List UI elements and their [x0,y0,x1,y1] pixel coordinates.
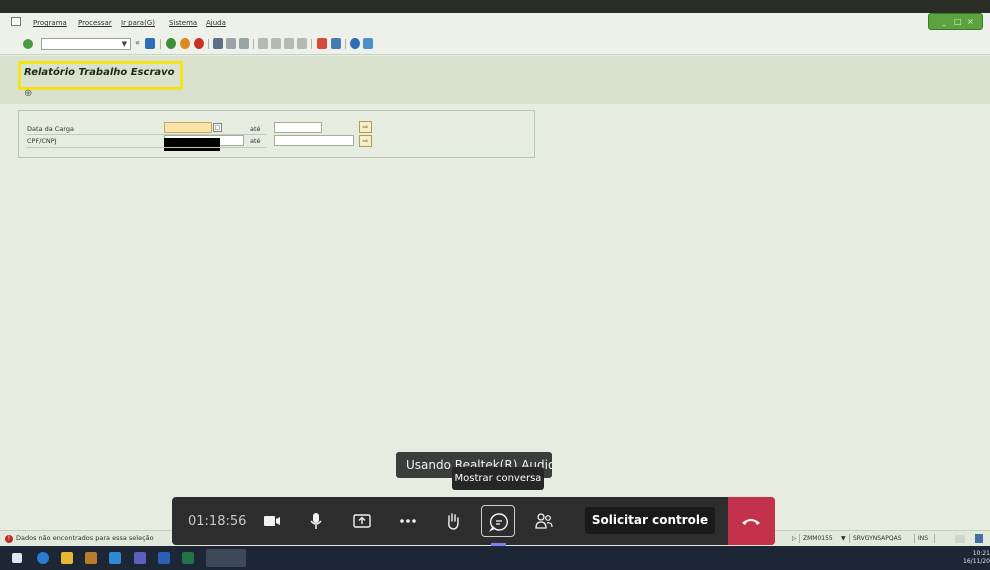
clock-date: 16/11/20 [963,558,990,565]
edge-browser-icon[interactable] [37,552,49,564]
toolbar-divider [208,39,209,49]
maximize-icon[interactable]: □ [954,17,962,26]
previous-page-icon[interactable] [271,38,281,49]
last-page-icon[interactable] [297,38,307,49]
toolbar-divider [311,39,312,49]
window-controls: _ □ × [928,13,983,30]
sap-menu-bar: Programa Processar Ir para(G) Sistema Aj… [0,13,990,33]
insert-mode: INS [918,535,929,542]
windows-taskbar [0,546,990,570]
menu-sistema[interactable]: Sistema [169,19,197,27]
minimize-icon[interactable]: _ [942,17,946,26]
toolbar-divider [253,39,254,49]
menu-programa[interactable]: Programa [33,19,67,27]
next-page-icon[interactable] [284,38,294,49]
help-icon[interactable] [350,38,360,49]
chevron-down-icon[interactable]: ▼ [122,40,127,48]
show-chat-tooltip: Mostrar conversa [452,467,544,490]
sap-toolbar: ▼ « [0,33,990,55]
enter-check-icon[interactable] [23,39,33,49]
back-icon[interactable] [166,38,176,49]
sap-window-icon[interactable] [11,17,21,26]
double-chevron-icon[interactable]: « [135,38,140,47]
cpf-cnpj-to-input[interactable] [274,135,354,146]
microphone-icon [310,513,322,529]
field-label-data-carga: Data da Carga [27,125,74,133]
chevron-down-icon[interactable]: ▼ [841,535,846,542]
toolbar-divider [160,39,161,49]
menu-ajuda[interactable]: Ajuda [206,19,226,27]
chat-icon [489,513,508,532]
call-timer: 01:18:56 [188,514,247,529]
server-name: SRVGYNSAPQAS [853,535,902,542]
windows-start-icon[interactable] [12,553,22,563]
excel-icon[interactable] [182,552,194,564]
page-title: Relatório Trabalho Escravo [24,67,175,78]
row-divider [26,147,266,148]
first-page-icon[interactable] [258,38,268,49]
system-clock[interactable]: 10:21 16/11/20 [958,550,990,566]
folder-app-icon[interactable] [85,552,97,564]
menu-ir-para[interactable]: Ir para(G) [121,19,155,27]
command-field[interactable]: ▼ [41,38,131,50]
play-icon[interactable]: ▷ [792,535,797,542]
share-screen-button[interactable] [345,505,379,537]
to-label: até [250,137,261,145]
microphone-button[interactable] [299,505,333,537]
call-control-bar: 01:18:56 Solicitar controle [172,497,775,545]
screen: Programa Processar Ir para(G) Sistema Aj… [0,0,990,570]
hand-icon [448,513,459,530]
remote-window-topbar [0,0,990,13]
find-next-icon[interactable] [239,38,249,49]
close-icon[interactable]: × [967,17,974,26]
find-icon[interactable] [226,38,236,49]
multiple-selection-icon[interactable]: ⇨ [359,135,372,147]
file-explorer-icon[interactable] [61,552,73,564]
error-icon: ! [5,535,13,543]
multiple-selection-icon[interactable]: ⇨ [359,121,372,133]
print-icon[interactable] [213,38,223,49]
word-icon[interactable] [158,552,170,564]
request-control-button[interactable]: Solicitar controle [585,507,715,534]
hang-up-button[interactable] [728,497,775,545]
layout-menu-icon[interactable] [363,38,373,49]
chat-button[interactable] [481,505,515,537]
status-divider [799,534,800,543]
outlook-icon[interactable] [109,552,121,564]
execute-icon[interactable]: ⊕ [24,88,32,99]
save-icon[interactable] [145,38,155,49]
clock-time: 10:21 [972,550,990,557]
menu-processar[interactable]: Processar [78,19,112,27]
open-window-thumb[interactable] [206,549,246,567]
keyboard-icon[interactable] [955,535,965,543]
exit-icon[interactable] [180,38,190,49]
participants-button[interactable] [527,505,561,537]
camera-button[interactable] [255,505,289,537]
shortcut-icon[interactable] [331,38,341,49]
teams-icon[interactable] [134,552,146,564]
lock-icon[interactable] [975,534,983,543]
to-label: até [250,125,261,133]
camera-icon [264,516,280,526]
status-divider [849,534,850,543]
cancel-icon[interactable] [194,38,204,49]
calendar-icon[interactable]: □ [213,123,222,132]
data-carga-from-input[interactable] [164,122,212,133]
status-message: Dados não encontrados para essa seleção [16,534,154,542]
raise-hand-button[interactable] [436,505,470,537]
transaction-code: ZMM0155 [803,535,833,542]
more-actions-button[interactable] [391,505,425,537]
status-divider [934,534,935,543]
field-label-cpf-cnpj: CPF/CNPJ [27,137,57,145]
participants-icon [535,513,553,529]
new-session-icon[interactable] [317,38,327,49]
toolbar-divider [345,39,346,49]
more-icon [400,519,416,523]
redacted-value [164,138,220,151]
share-screen-icon [353,514,371,528]
phone-hangup-icon [742,519,760,525]
status-divider [914,534,915,543]
data-carga-to-input[interactable] [274,122,322,133]
